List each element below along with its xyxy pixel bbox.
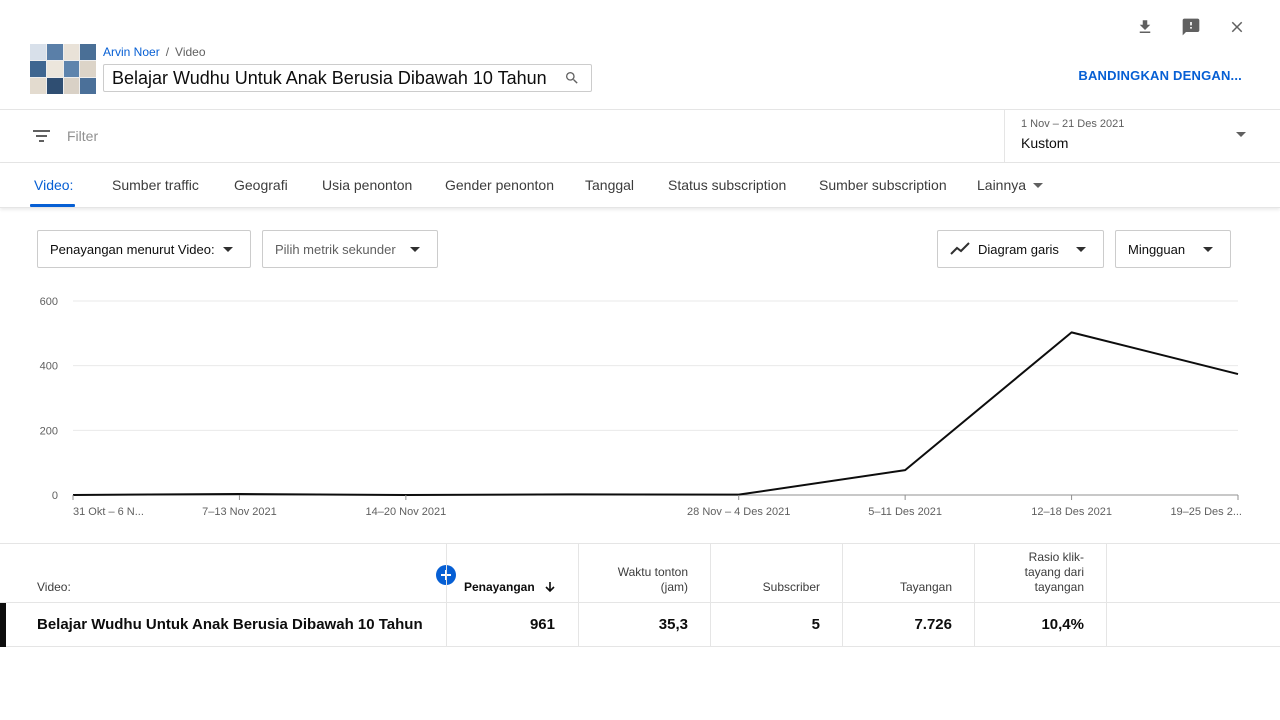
interval-label: Mingguan xyxy=(1128,241,1186,257)
header-views[interactable]: Penayangan xyxy=(464,580,556,595)
chevron-down-icon xyxy=(1076,247,1086,252)
column-divider xyxy=(842,544,843,602)
video-search-box[interactable]: Belajar Wudhu Untuk Anak Berusia Dibawah… xyxy=(103,64,592,92)
secondary-metric-label: Pilih metrik sekunder xyxy=(275,241,396,257)
close-icon[interactable] xyxy=(1224,14,1250,40)
column-divider xyxy=(578,603,579,646)
chart-type-label: Diagram garis xyxy=(978,241,1059,257)
x-tick-label: 19–25 Des 2... xyxy=(1170,506,1242,518)
breadcrumb-separator: / xyxy=(165,45,170,59)
tab-subscription-status[interactable]: Status subscription xyxy=(668,177,786,193)
header-views-label: Penayangan xyxy=(463,580,535,594)
active-tab-indicator xyxy=(30,204,75,207)
page-header: Arvin Noer / Video Belajar Wudhu Untuk Ana… xyxy=(30,44,1250,96)
views-line-chart: 0 200 400 600 31 Okt – 6 N... 7–13 Nov 2021 14… xyxy=(40,296,1242,518)
row-subscribers: 5 xyxy=(811,616,820,633)
breadcrumb-current: Video xyxy=(175,45,206,59)
tab-subscription-source[interactable]: Sumber subscription xyxy=(819,177,947,193)
header-watch-time-line1: Waktu tonton xyxy=(617,565,688,579)
chevron-down-icon xyxy=(1203,247,1213,252)
column-divider xyxy=(974,544,975,602)
breadcrumb-channel-link[interactable]: Arvin Noer xyxy=(103,45,160,59)
interval-dropdown[interactable]: Mingguan xyxy=(1115,230,1231,268)
table-row[interactable]: Belajar Wudhu Untuk Anak Berusia Dibawah… xyxy=(0,603,1280,647)
column-divider xyxy=(446,603,447,646)
column-divider xyxy=(446,544,447,602)
x-tick-label: 14–20 Nov 2021 xyxy=(365,506,446,518)
header-ctr[interactable]: Rasio klik-tayang dari tayangan xyxy=(1025,550,1084,595)
header-ctr-line1: Rasio klik- xyxy=(1028,550,1084,564)
y-tick-label: 400 xyxy=(40,361,58,373)
filter-input[interactable]: Filter xyxy=(67,128,98,144)
breadcrumb: Arvin Noer / Video xyxy=(103,45,206,59)
header-subscribers[interactable]: Subscriber xyxy=(763,580,820,595)
row-watch-time: 35,3 xyxy=(658,616,688,633)
metric-dropdown[interactable]: Penayangan menurut Video: xyxy=(37,230,251,268)
download-icon[interactable] xyxy=(1132,14,1158,40)
x-tick-label: 5–11 Des 2021 xyxy=(868,506,942,518)
sort-down-icon xyxy=(545,582,555,593)
header-ctr-line2: tayang dari xyxy=(1024,565,1084,579)
series-color-marker xyxy=(0,603,6,647)
metrics-table: Video: Penayangan Waktu tonton (jam) Subs… xyxy=(0,543,1280,647)
x-tick-label: 7–13 Nov 2021 xyxy=(202,506,277,518)
filter-icon[interactable] xyxy=(32,127,52,145)
column-divider xyxy=(974,603,975,646)
tab-more[interactable]: Lainnya xyxy=(977,177,1044,193)
x-tick-label: 28 Nov – 4 Des 2021 xyxy=(687,506,790,518)
dimension-tabs: Video: Sumber traffic Geografi Usia peno… xyxy=(0,163,1280,208)
column-divider xyxy=(842,603,843,646)
metric-dropdown-label: Penayangan menurut Video: xyxy=(50,241,215,257)
table-header: Video: Penayangan Waktu tonton (jam) Subs… xyxy=(0,543,1280,603)
column-divider xyxy=(1106,544,1107,602)
chevron-down-icon xyxy=(410,247,420,252)
header-impressions[interactable]: Tayangan xyxy=(900,580,952,595)
chart-type-dropdown[interactable]: Diagram garis xyxy=(937,230,1104,268)
y-tick-label: 200 xyxy=(40,425,58,437)
header-ctr-line3: tayangan xyxy=(1034,580,1084,594)
row-video-title[interactable]: Belajar Wudhu Untuk Anak Berusia Dibawah… xyxy=(37,616,423,633)
y-tick-label: 0 xyxy=(52,490,58,502)
chevron-down-icon xyxy=(1033,183,1044,188)
row-ctr: 10,4% xyxy=(1041,616,1084,633)
column-divider xyxy=(578,544,579,602)
x-tick-label: 31 Okt – 6 N... xyxy=(73,506,144,518)
compare-button[interactable]: BANDINGKAN DENGAN... xyxy=(1078,68,1242,83)
tab-viewer-age[interactable]: Usia penonton xyxy=(322,177,412,193)
header-watch-time-line2: (jam) xyxy=(660,580,688,594)
date-range-selector[interactable]: 1 Nov – 21 Des 2021 Kustom xyxy=(1004,110,1280,162)
top-actions xyxy=(1132,14,1250,40)
tab-traffic-source[interactable]: Sumber traffic xyxy=(112,177,199,193)
feedback-icon[interactable] xyxy=(1178,14,1204,40)
date-range-text: 1 Nov – 21 Des 2021 xyxy=(1021,118,1125,130)
filter-bar: Filter 1 Nov – 21 Des 2021 Kustom xyxy=(0,109,1280,163)
x-tick-label: 12–18 Des 2021 xyxy=(1031,506,1112,518)
video-thumbnail[interactable] xyxy=(30,44,96,94)
tab-date[interactable]: Tanggal xyxy=(585,177,634,193)
column-divider xyxy=(710,544,711,602)
line-chart-icon xyxy=(950,241,970,260)
chevron-down-icon xyxy=(223,247,233,252)
row-impressions: 7.726 xyxy=(914,616,952,633)
header-watch-time[interactable]: Waktu tonton (jam) xyxy=(618,565,688,595)
date-range-kind: Kustom xyxy=(1021,135,1069,151)
tab-video[interactable]: Video: xyxy=(34,177,73,193)
y-tick-label: 600 xyxy=(40,296,58,308)
chevron-down-icon xyxy=(1236,132,1246,137)
secondary-metric-dropdown[interactable]: Pilih metrik sekunder xyxy=(262,230,438,268)
series-line xyxy=(72,331,1239,496)
column-divider xyxy=(710,603,711,646)
row-views: 961 xyxy=(529,616,555,633)
tab-viewer-gender[interactable]: Gender penonton xyxy=(445,177,554,193)
tab-more-label: Lainnya xyxy=(977,177,1027,193)
column-divider xyxy=(1106,603,1107,646)
search-icon[interactable] xyxy=(563,69,581,87)
video-title-input[interactable]: Belajar Wudhu Untuk Anak Berusia Dibawah… xyxy=(112,68,563,89)
header-video: Video: xyxy=(37,580,71,594)
tab-geography[interactable]: Geografi xyxy=(234,177,288,193)
